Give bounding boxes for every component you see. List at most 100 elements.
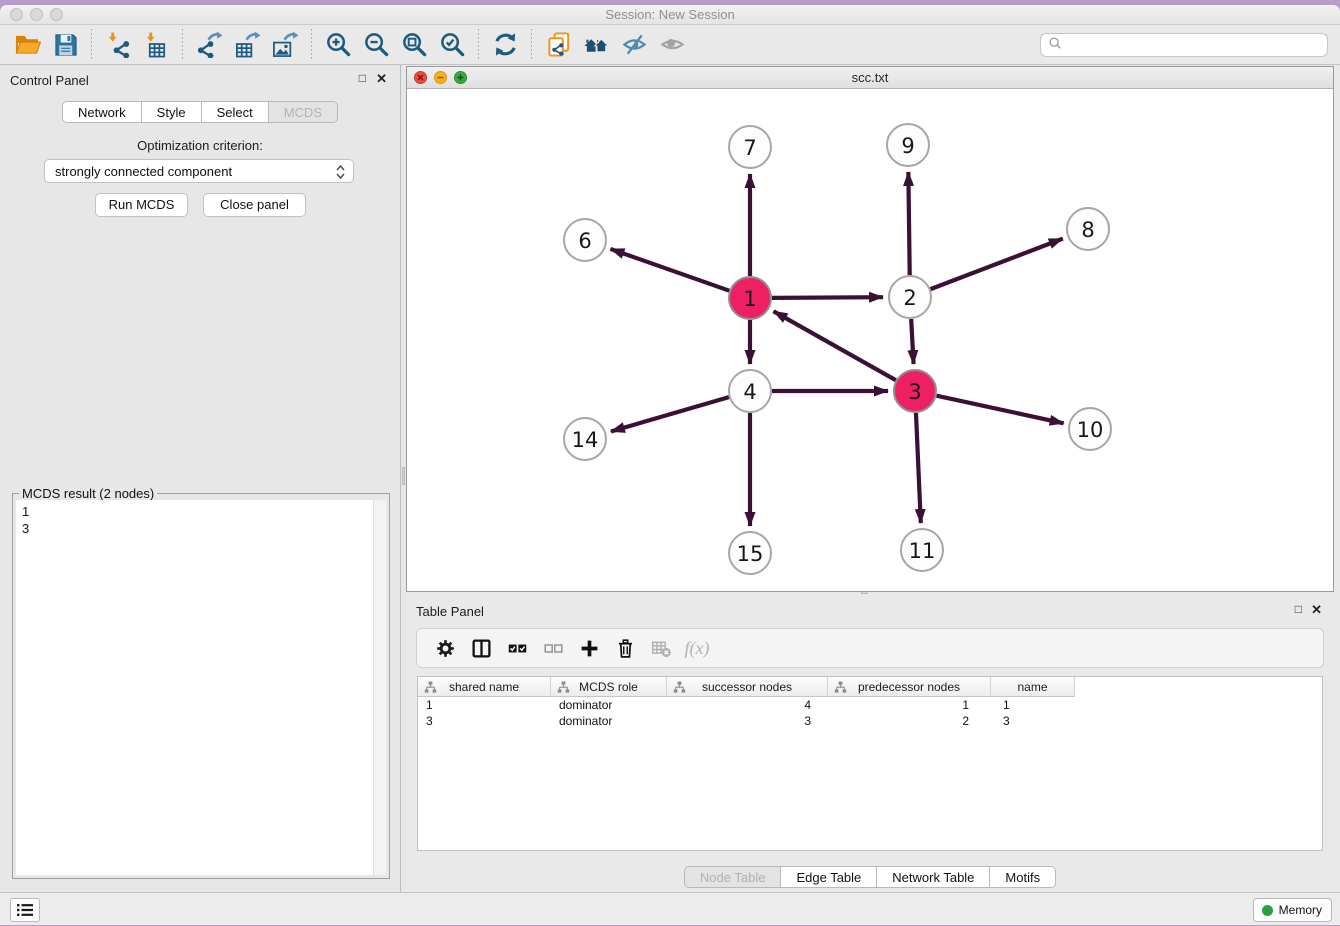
zoom-in-icon[interactable] <box>323 30 353 60</box>
tab-network-table[interactable]: Network Table <box>877 866 990 888</box>
edge-2-9[interactable] <box>908 172 909 275</box>
float-panel-icon[interactable]: □ <box>359 72 366 84</box>
node-label-9: 9 <box>901 134 914 158</box>
dropdown-stepper-icon <box>335 163 346 184</box>
copy-network-icon[interactable] <box>543 30 573 60</box>
delete-column-icon[interactable] <box>612 635 638 661</box>
zoom-fit-icon[interactable] <box>399 30 429 60</box>
edge-1-6[interactable] <box>610 249 729 291</box>
network-canvas[interactable]: 7968124314101511 <box>407 89 1333 591</box>
table-panel: Table Panel □ ✕ f(x) shared name MCDS rol… <box>406 596 1334 892</box>
close-panel-icon[interactable]: ✕ <box>376 72 387 85</box>
table-cell[interactable]: 1 <box>418 697 551 713</box>
vertical-splitter-grip[interactable] <box>402 467 405 485</box>
node-label-10: 10 <box>1077 418 1104 442</box>
refresh-layout-icon[interactable] <box>490 30 520 60</box>
edge-2-3[interactable] <box>911 319 913 364</box>
select-all-columns-icon[interactable] <box>504 635 530 661</box>
table-cell[interactable]: 3 <box>418 713 551 729</box>
column-header-shared-name[interactable]: shared name <box>418 677 551 697</box>
table-cell[interactable]: 3 <box>991 713 1075 729</box>
edge-3-1[interactable] <box>774 311 896 380</box>
zoom-out-icon[interactable] <box>361 30 391 60</box>
network-graph[interactable]: 7968124314101511 <box>407 89 1333 591</box>
add-column-icon[interactable] <box>576 635 602 661</box>
node-label-1: 1 <box>743 287 756 311</box>
column-header-predecessor-nodes[interactable]: predecessor nodes <box>828 677 991 697</box>
search-input[interactable] <box>1062 35 1327 55</box>
control-panel-tabs: NetworkStyleSelectMCDS <box>0 101 400 123</box>
table-row[interactable]: 3dominator323 <box>418 713 1322 729</box>
mcds-result-line: 1 <box>22 503 380 520</box>
memory-button[interactable]: Memory <box>1253 898 1332 922</box>
import-table-icon[interactable] <box>141 30 171 60</box>
zoom-selected-icon[interactable] <box>437 30 467 60</box>
export-table-icon[interactable] <box>232 30 262 60</box>
close-panel-button[interactable]: Close panel <box>203 193 306 217</box>
save-session-icon[interactable] <box>50 30 80 60</box>
home-icon[interactable] <box>581 30 611 60</box>
tab-node-table[interactable]: Node Table <box>684 866 782 888</box>
search-icon <box>1048 36 1062 55</box>
table-cell[interactable]: 2 <box>828 713 991 729</box>
column-header-label: MCDS role <box>579 680 638 694</box>
status-bar: Memory <box>0 892 1340 925</box>
import-network-icon[interactable] <box>103 30 133 60</box>
table-settings-gear-icon[interactable] <box>432 635 458 661</box>
result-scrollbar[interactable] <box>373 500 386 875</box>
table-cell[interactable]: dominator <box>551 713 667 729</box>
close-table-panel-icon[interactable]: ✕ <box>1311 603 1322 616</box>
toolbar-separator <box>91 29 92 61</box>
column-header-successor-nodes[interactable]: successor nodes <box>667 677 828 697</box>
run-mcds-button[interactable]: Run MCDS <box>95 193 188 217</box>
export-network-icon[interactable] <box>194 30 224 60</box>
float-table-panel-icon[interactable]: □ <box>1295 603 1302 615</box>
show-columns-icon[interactable] <box>468 635 494 661</box>
edge-1-2[interactable] <box>772 297 883 298</box>
tab-motifs[interactable]: Motifs <box>990 866 1056 888</box>
task-history-button[interactable] <box>10 898 40 922</box>
export-image-icon[interactable] <box>270 30 300 60</box>
main-toolbar <box>0 25 1340 65</box>
window-title: Session: New Session <box>0 7 1340 22</box>
mcds-result-title: MCDS result (2 nodes) <box>19 486 157 501</box>
table-row[interactable]: 1dominator411 <box>418 697 1322 713</box>
open-session-icon[interactable] <box>12 30 42 60</box>
mcds-result-area[interactable]: 13 <box>16 500 386 875</box>
column-header-label: shared name <box>449 680 519 694</box>
node-label-2: 2 <box>903 286 916 310</box>
function-builder-icon: f(x) <box>684 635 710 661</box>
hierarchy-icon <box>424 681 437 697</box>
edge-2-8[interactable] <box>931 239 1063 290</box>
tab-style[interactable]: Style <box>142 101 202 123</box>
tab-select[interactable]: Select <box>202 101 269 123</box>
node-table: shared name MCDS role successor nodesprede… <box>417 676 1323 851</box>
column-header-label: name <box>1017 680 1047 694</box>
deselect-all-columns-icon[interactable] <box>540 635 566 661</box>
tab-edge-table[interactable]: Edge Table <box>781 866 877 888</box>
list-icon <box>16 902 34 918</box>
table-cell[interactable]: 1 <box>828 697 991 713</box>
search-field[interactable] <box>1040 33 1328 57</box>
table-cell[interactable]: 3 <box>667 713 828 729</box>
tab-mcds[interactable]: MCDS <box>269 101 338 123</box>
edge-3-11[interactable] <box>916 413 921 523</box>
table-cell[interactable]: 4 <box>667 697 828 713</box>
optimization-criterion-dropdown[interactable]: strongly connected component <box>44 159 354 183</box>
mcds-result-line: 3 <box>22 520 380 537</box>
table-cell[interactable]: 1 <box>991 697 1075 713</box>
hide-panels-icon[interactable] <box>619 30 649 60</box>
table-body: 1dominator4113dominator323 <box>418 697 1322 729</box>
tab-network[interactable]: Network <box>62 101 142 123</box>
node-label-14: 14 <box>572 428 599 452</box>
column-header-name[interactable]: name <box>991 677 1075 697</box>
node-label-15: 15 <box>737 542 764 566</box>
column-header-MCDS-role[interactable]: MCDS role <box>551 677 667 697</box>
dropdown-value: strongly connected component <box>55 164 232 179</box>
edge-4-14[interactable] <box>611 397 729 431</box>
hierarchy-icon <box>673 681 686 697</box>
edge-3-10[interactable] <box>936 396 1063 424</box>
table-cell[interactable]: dominator <box>551 697 667 713</box>
table-panel-title: Table Panel <box>416 604 484 619</box>
node-label-7: 7 <box>743 136 756 160</box>
